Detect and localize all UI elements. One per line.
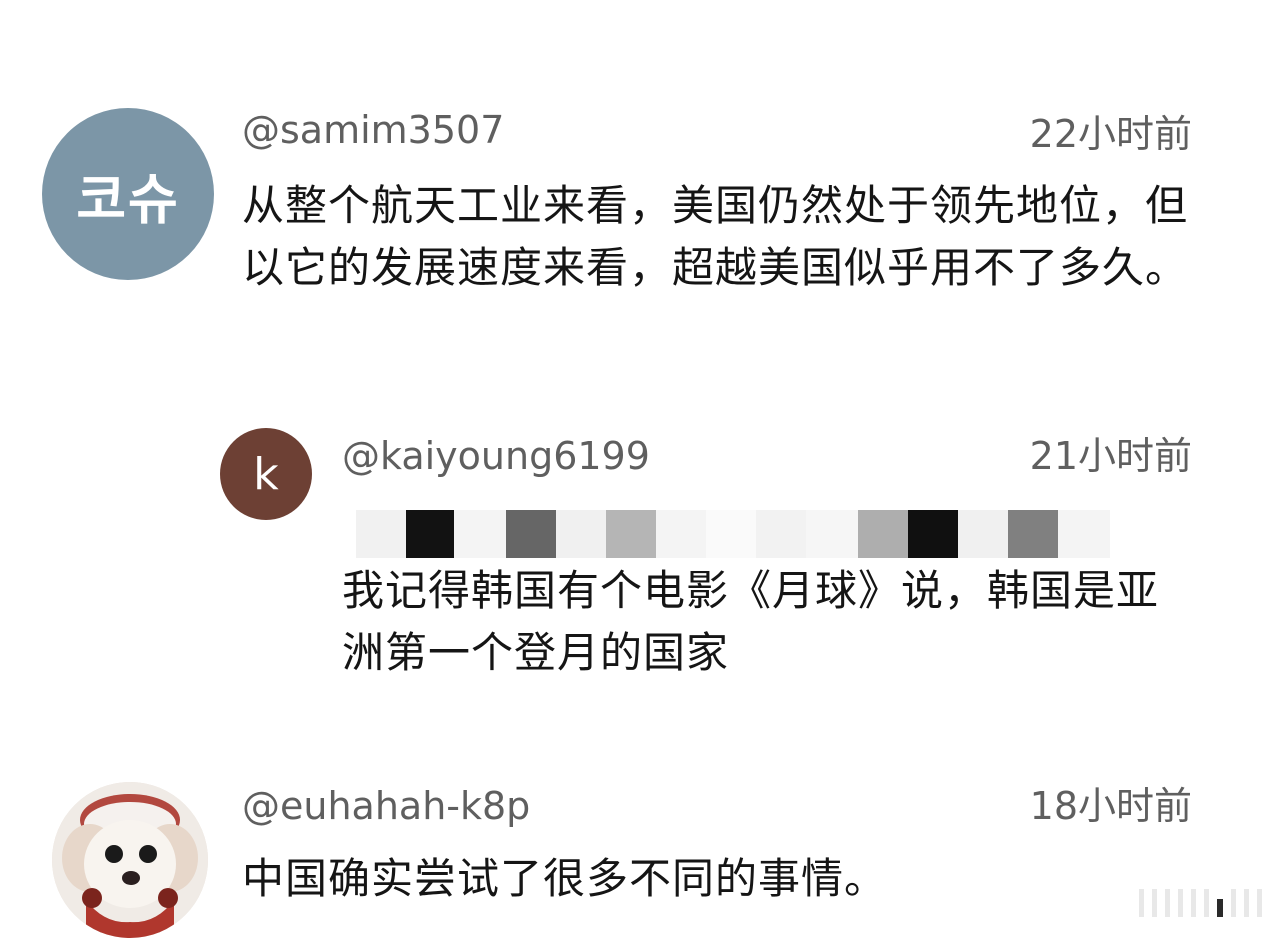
- reply-card: k @kaiyoung6199 21小时前 我记得韩国有个电影《月球》说，韩国是…: [0, 400, 1280, 700]
- comment-card: @euhahah-k8p 18小时前 中国确实尝试了很多不同的事情。: [0, 760, 1280, 945]
- avatar[interactable]: k: [220, 428, 312, 520]
- avatar-text: k: [253, 448, 279, 500]
- comment-text: 中国确实尝试了很多不同的事情。: [242, 854, 888, 903]
- bottom-edge-marks: [1139, 889, 1262, 917]
- censored-line-mosaic: [356, 510, 1110, 558]
- timestamp: 22小时前: [1029, 112, 1192, 156]
- comment-text: 从整个航天工业来看，美国仍然处于领先地位，但以它的发展速度来看，超越美国似乎用不…: [242, 181, 1189, 292]
- timestamp: 21小时前: [1029, 434, 1192, 478]
- username[interactable]: @kaiyoung6199: [342, 434, 650, 478]
- timestamp: 18小时前: [1029, 784, 1192, 828]
- comment-text: 我记得韩国有个电影《月球》说，韩国是亚洲第一个登月的国家: [342, 566, 1160, 677]
- username[interactable]: @euhahah-k8p: [242, 784, 530, 828]
- puppy-avatar-icon[interactable]: [52, 782, 208, 938]
- comment-card: 코슈 @samim3507 22小时前 从整个航天工业来看，美国仍然处于领先地位…: [0, 0, 1280, 380]
- avatar-text: 코슈: [76, 167, 180, 231]
- puppy-avatar-icon: [52, 782, 208, 938]
- username[interactable]: @samim3507: [242, 108, 504, 152]
- avatar[interactable]: 코슈: [42, 108, 214, 280]
